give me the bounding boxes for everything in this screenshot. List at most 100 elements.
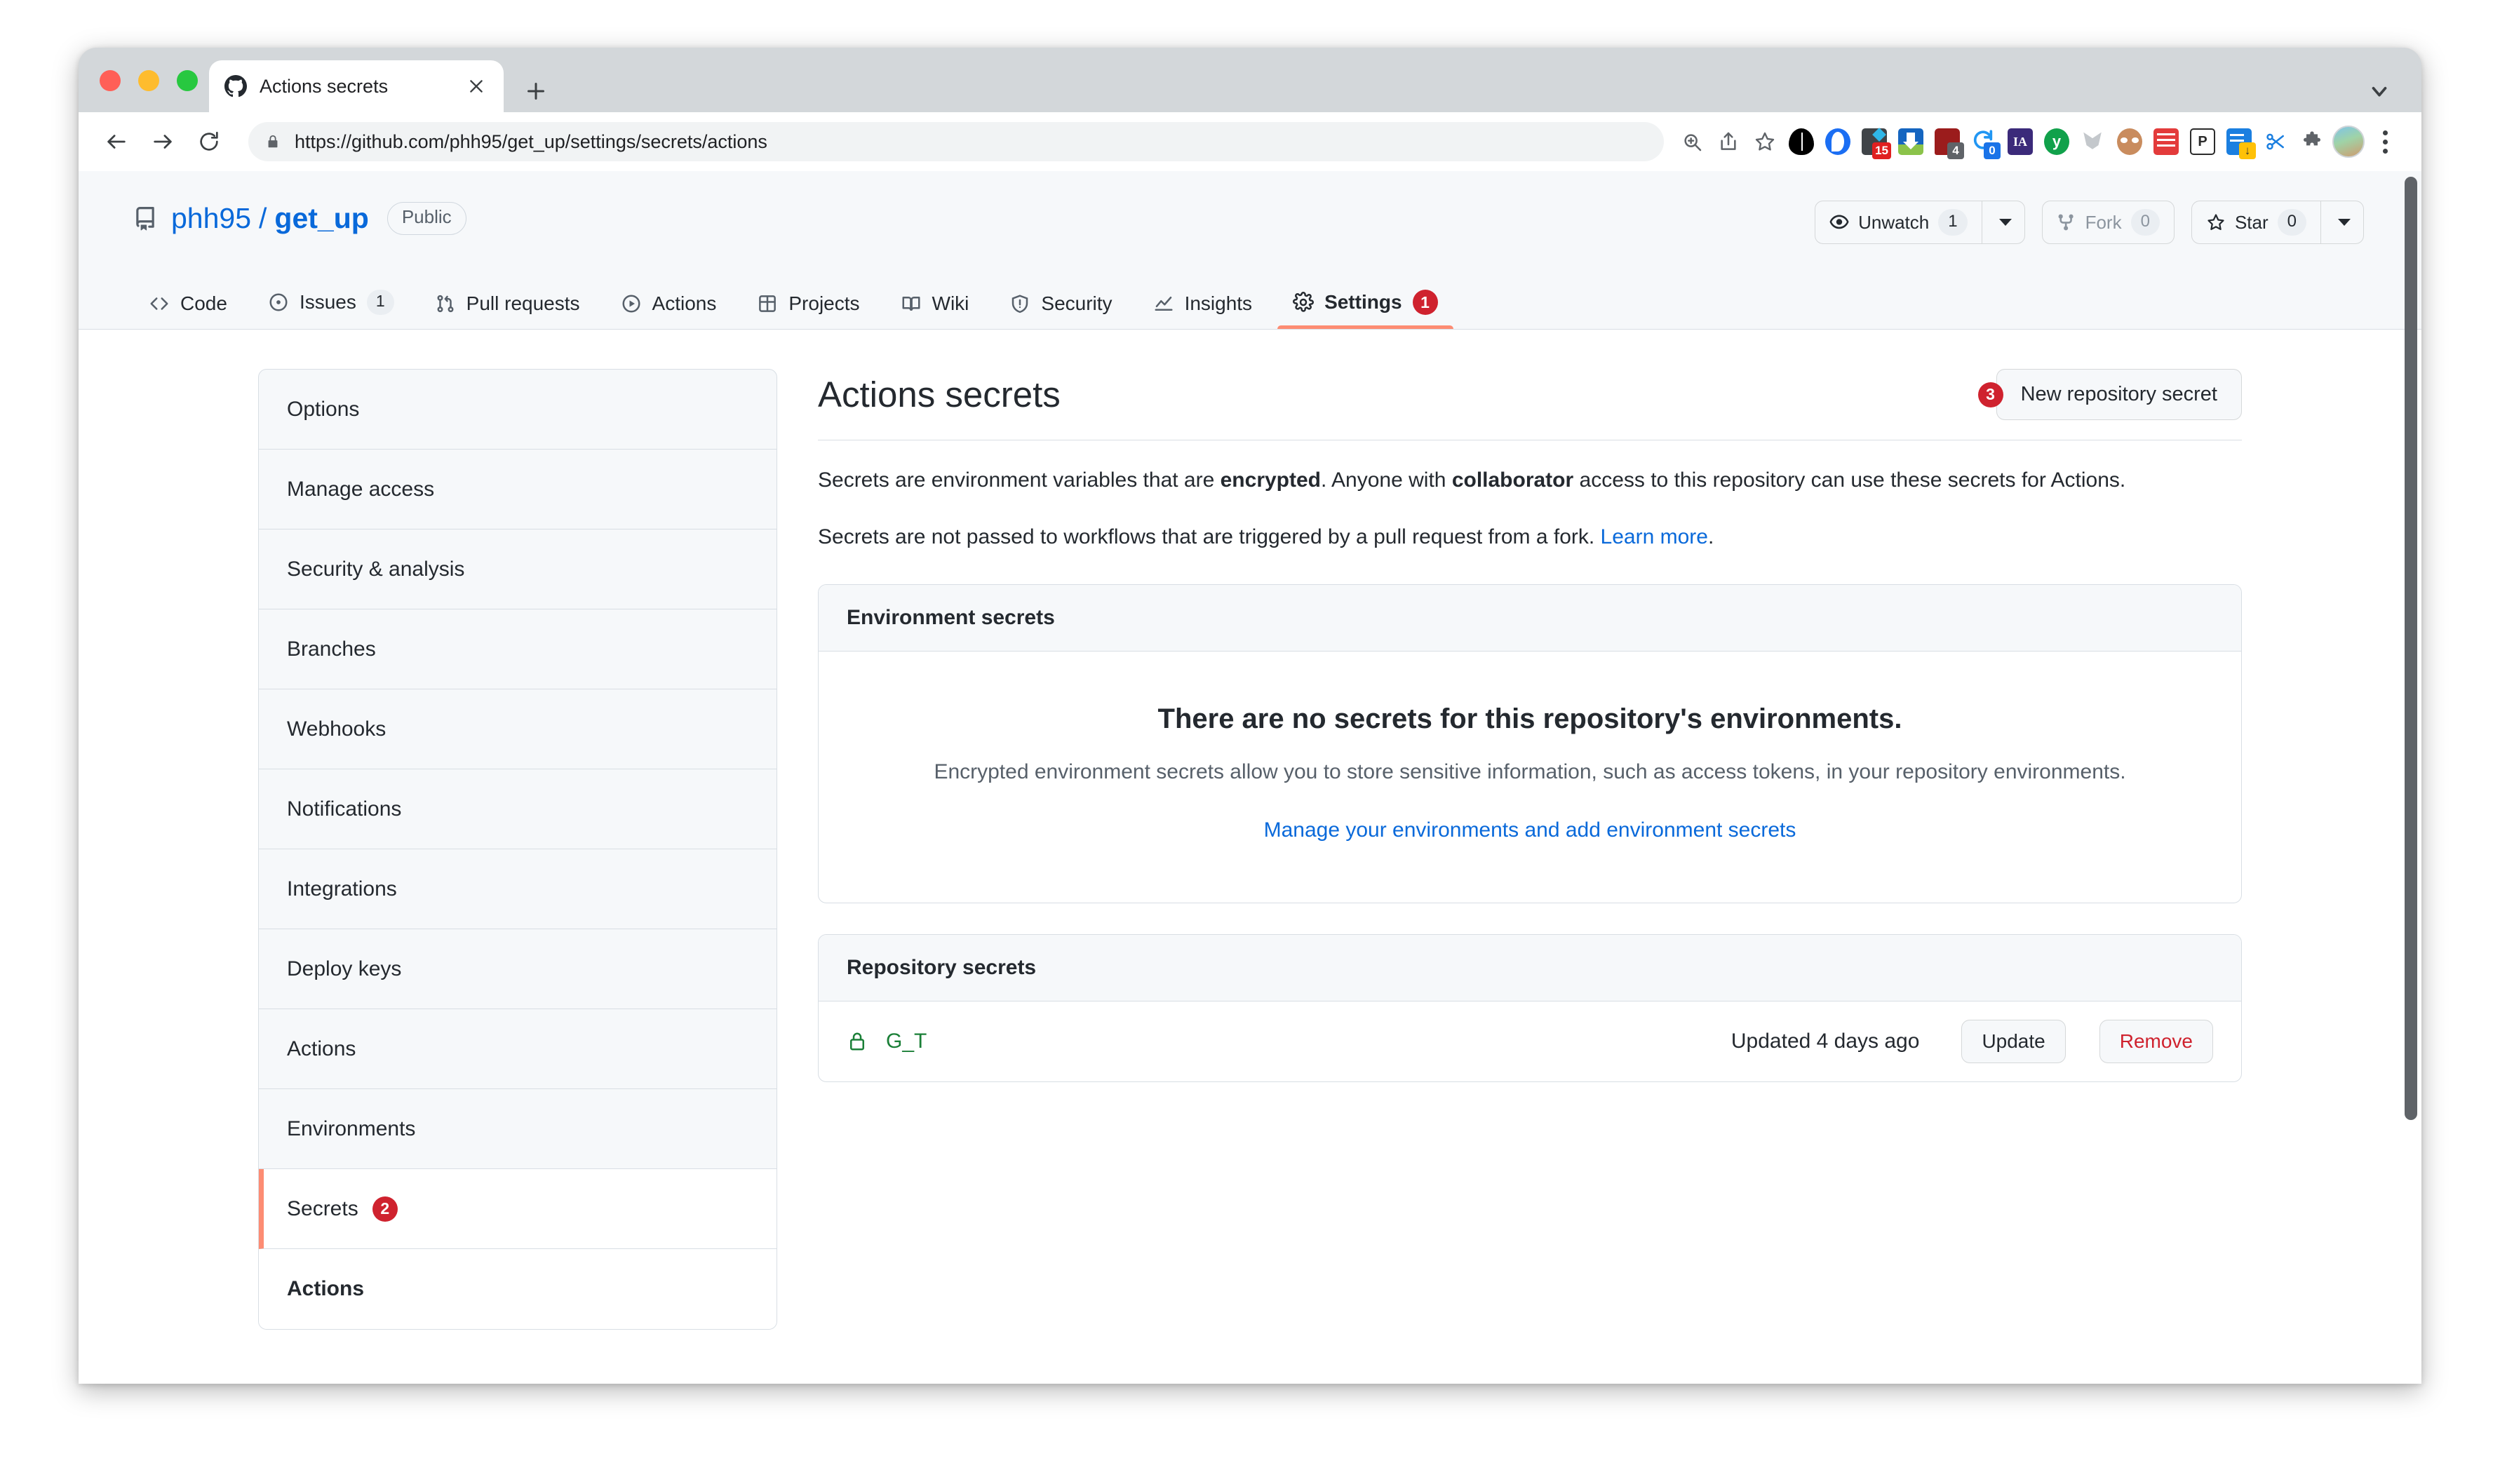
sidebar-item-manage-access[interactable]: Manage access [259, 450, 777, 529]
sidebar-item-options[interactable]: Options [259, 370, 777, 450]
secret-updated-timestamp: Updated 4 days ago [1730, 1029, 1920, 1053]
browser-tab[interactable]: Actions secrets [209, 60, 504, 112]
settings-body: Options Manage access Security & analysi… [79, 330, 2421, 1330]
sidebar-item-label: Deploy keys [287, 957, 402, 980]
learn-more-link[interactable]: Learn more [1601, 525, 1708, 548]
maximize-window-button[interactable] [177, 70, 198, 91]
sidebar-item-security-analysis[interactable]: Security & analysis [259, 529, 777, 609]
settings-badge: 1 [1412, 290, 1438, 315]
star-button[interactable]: Star 0 [2191, 201, 2320, 244]
sidebar-item-integrations[interactable]: Integrations [259, 849, 777, 929]
share-icon[interactable] [1710, 123, 1747, 160]
sidebar-item-label: Webhooks [287, 717, 387, 741]
tab-wiki[interactable]: Wiki [885, 292, 985, 329]
content-header: Actions secrets 3 New repository secret [818, 369, 2242, 440]
tab-label: Projects [788, 292, 860, 314]
page-scrollbar[interactable] [2405, 177, 2417, 1120]
extension-save-pdf-icon[interactable]: ↓ [2221, 123, 2257, 160]
update-secret-button[interactable]: Update [1961, 1019, 2066, 1063]
sidebar-item-branches[interactable]: Branches [259, 609, 777, 689]
sidebar-item-label: Environments [287, 1117, 416, 1140]
close-icon[interactable] [464, 74, 488, 98]
sidebar-item-actions[interactable]: Actions [259, 1009, 777, 1089]
blankslate-description: Encrypted environment secrets allow you … [934, 760, 2126, 783]
tab-actions[interactable]: Actions [605, 292, 732, 329]
extension-ia-icon[interactable]: IA [2002, 123, 2038, 160]
extension-puzzle-icon[interactable] [2294, 123, 2330, 160]
gear-icon [1293, 292, 1315, 313]
profile-avatar-icon[interactable] [2330, 123, 2367, 160]
tab-label: Code [180, 292, 227, 314]
address-bar[interactable]: https://github.com/phh95/get_up/settings… [248, 122, 1664, 161]
chevron-down-icon[interactable] [2365, 77, 2393, 105]
extension-refresh-icon[interactable]: 0 [1965, 123, 2002, 160]
browser-toolbar: https://github.com/phh95/get_up/settings… [79, 112, 2421, 171]
manage-environments-link[interactable]: Manage your environments and add environ… [1264, 818, 1796, 842]
sidebar-item-webhooks[interactable]: Webhooks [259, 689, 777, 769]
tab-issues[interactable]: Issues 1 [253, 290, 410, 329]
minimize-window-button[interactable] [138, 70, 159, 91]
star-dropdown-button[interactable] [2320, 201, 2364, 244]
address-bar-url: https://github.com/phh95/get_up/settings… [295, 130, 767, 152]
secrets-badge: 2 [372, 1196, 398, 1222]
sidebar-subitem-actions[interactable]: Actions [259, 1249, 777, 1329]
tab-projects[interactable]: Projects [741, 292, 875, 329]
fork-button[interactable]: Fork 0 [2041, 201, 2175, 244]
back-arrow-icon[interactable] [97, 122, 136, 161]
reload-icon[interactable] [189, 122, 229, 161]
fork-icon [2057, 213, 2076, 232]
intro-paragraph-2: Secrets are not passed to workflows that… [818, 521, 2242, 554]
play-icon [621, 293, 642, 314]
sidebar-item-deploy-keys[interactable]: Deploy keys [259, 929, 777, 1009]
tab-code[interactable]: Code [133, 292, 243, 329]
unwatch-button[interactable]: Unwatch 1 [1815, 201, 1982, 244]
sidebar-item-environments[interactable]: Environments [259, 1089, 777, 1169]
extension-browsec-icon[interactable] [1820, 123, 1856, 160]
git-pull-request-icon [435, 293, 456, 314]
sidebar-item-label: Options [287, 397, 360, 421]
sidebar-item-label: Manage access [287, 477, 435, 501]
extension-opera-icon[interactable] [1783, 123, 1820, 160]
environment-secrets-panel: Environment secrets There are no secrets… [818, 584, 2242, 903]
extension-udemy-icon[interactable]: 4 [1929, 123, 1965, 160]
browser-tab-strip: Actions secrets [79, 48, 2421, 112]
repo-owner-link[interactable]: phh95 [171, 202, 251, 235]
sidebar-item-secrets[interactable]: Secrets 2 [259, 1169, 777, 1249]
sidebar-item-label: Security & analysis [287, 557, 465, 581]
new-tab-button[interactable] [520, 76, 551, 107]
lock-icon [265, 133, 281, 151]
extension-colorzilla-icon[interactable]: 15 [1856, 123, 1893, 160]
extension-grammarly-icon[interactable] [2148, 123, 2184, 160]
remove-secret-button[interactable]: Remove [2099, 1019, 2213, 1063]
settings-sidebar: Options Manage access Security & analysi… [258, 369, 777, 1330]
repo-name-link[interactable]: get_up [274, 202, 368, 235]
chrome-menu-icon[interactable] [2367, 123, 2403, 160]
shield-icon [1009, 293, 1030, 314]
sidebar-item-label: Secrets [287, 1196, 358, 1220]
bookmark-star-icon[interactable] [1747, 123, 1783, 160]
extension-metamask-icon[interactable] [2075, 123, 2111, 160]
tab-label: Wiki [932, 292, 969, 314]
tab-pull-requests[interactable]: Pull requests [419, 292, 596, 329]
extension-pocket-icon[interactable]: P [2184, 123, 2221, 160]
tab-insights[interactable]: Insights [1138, 292, 1268, 329]
watch-dropdown-button[interactable] [1981, 201, 2025, 244]
project-table-icon [757, 293, 778, 314]
tab-settings[interactable]: Settings 1 [1277, 290, 1454, 329]
extension-scissors-icon[interactable] [2257, 123, 2294, 160]
extension-bitwarden-icon[interactable] [2111, 123, 2148, 160]
tab-security[interactable]: Security [994, 292, 1127, 329]
zoom-icon[interactable] [1674, 123, 1710, 160]
secret-name[interactable]: G_T [886, 1030, 1713, 1053]
new-repository-secret-button[interactable]: New repository secret [1996, 369, 2242, 420]
sidebar-item-notifications[interactable]: Notifications [259, 769, 777, 849]
forward-arrow-icon[interactable] [143, 122, 182, 161]
extension-yandex-icon[interactable]: y [2038, 123, 2075, 160]
table-row: G_T Updated 4 days ago Update Remove [819, 1001, 2241, 1081]
chevron-down-icon [2338, 219, 2351, 226]
repository-secrets-panel: Repository secrets G_T Updated 4 days ag… [818, 933, 2242, 1082]
extension-downloader-icon[interactable] [1893, 123, 1929, 160]
close-window-button[interactable] [100, 70, 121, 91]
tab-label: Settings [1324, 291, 1402, 313]
environment-secrets-blankslate: There are no secrets for this repository… [819, 652, 2241, 903]
